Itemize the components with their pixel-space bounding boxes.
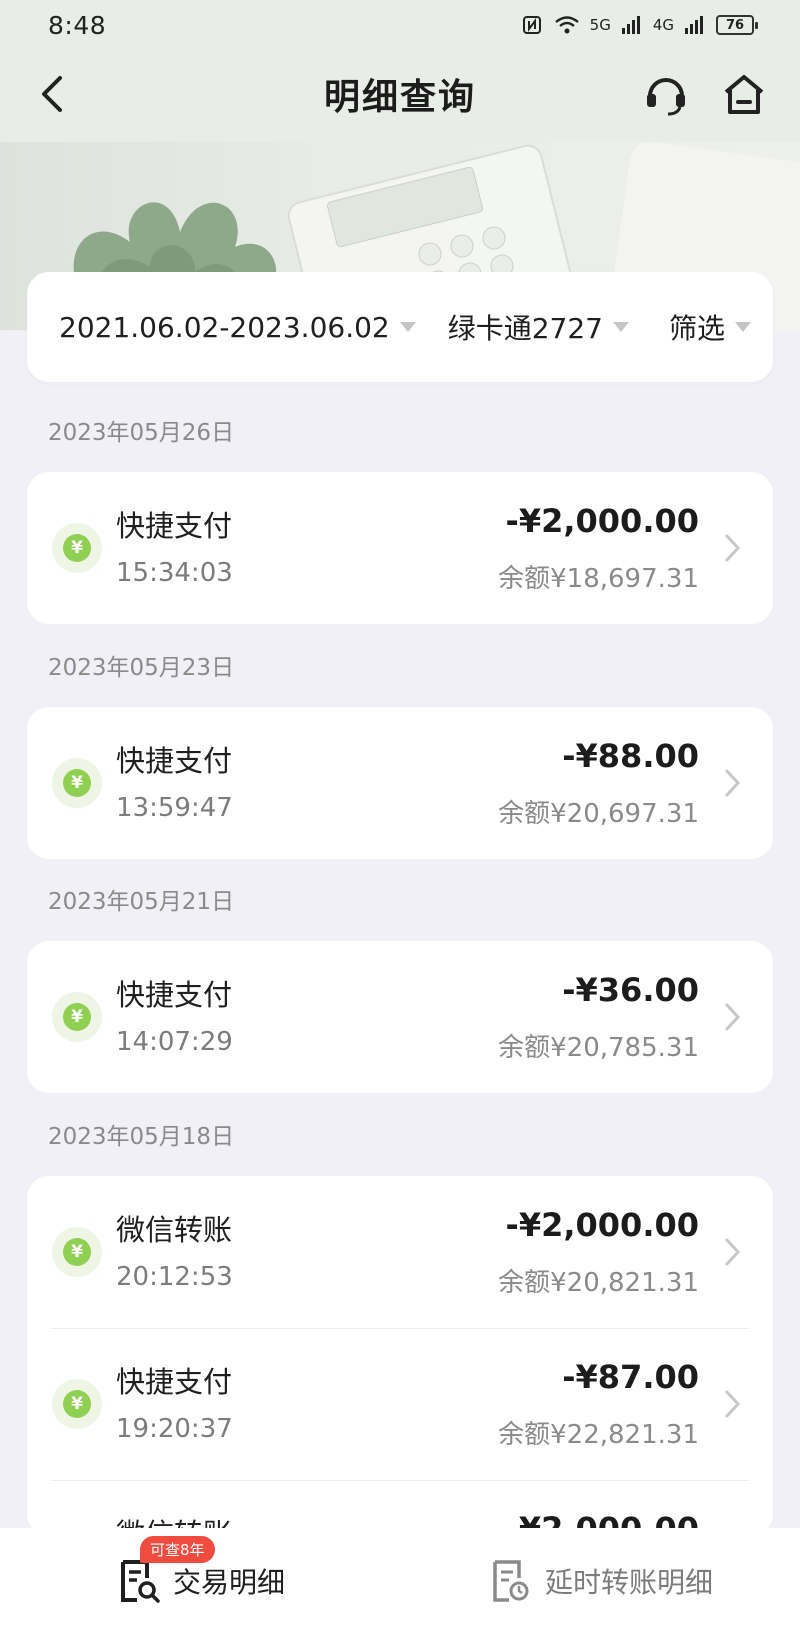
date-range-dropdown[interactable]: 2021.06.02-2023.06.02 [59, 311, 416, 344]
date-group-label: 2023年05月23日 [48, 655, 235, 681]
tab-label: 延时转账明细 [544, 1565, 713, 1599]
document-search-icon [120, 1559, 160, 1603]
transaction-time: 14:07:29 [116, 1027, 233, 1057]
transaction-balance: 余额¥20,821.31 [498, 1268, 699, 1298]
chevron-right-icon [724, 768, 741, 798]
yuan-payment-icon: ¥ [52, 992, 102, 1042]
years-badge: 可查8年 [140, 1535, 215, 1563]
date-range-label: 2021.06.02-2023.06.02 [59, 310, 390, 344]
caret-down-icon [612, 322, 629, 332]
status-bar: 8:48 5G 4G 76 [0, 0, 800, 50]
yuan-payment-icon: ¥ [52, 758, 102, 808]
chevron-right-icon [724, 1237, 741, 1267]
transaction-row[interactable]: ¥ 快捷支付 14:07:29 -¥36.00 余额¥20,785.31 [27, 941, 773, 1093]
back-arrow-icon[interactable] [32, 72, 72, 116]
transaction-row[interactable]: ¥ 快捷支付 15:34:03 -¥2,000.00 余额¥18,697.31 [27, 472, 773, 624]
chevron-right-icon [724, 1389, 741, 1419]
customer-service-headset-icon[interactable] [642, 70, 690, 118]
transaction-row[interactable]: ¥ 快捷支付 19:20:37 -¥87.00 余额¥22,821.31 [27, 1328, 773, 1480]
filter-dropdown[interactable]: 筛选 [669, 307, 751, 347]
transaction-amount: -¥2,000.00 [505, 502, 699, 540]
transaction-type: 快捷支付 [116, 744, 233, 778]
transaction-row[interactable]: ¥ 快捷支付 13:59:47 -¥88.00 余额¥20,697.31 [27, 707, 773, 859]
transaction-balance: 余额¥22,821.31 [498, 1420, 699, 1450]
transaction-card: ¥ 快捷支付 14:07:29 -¥36.00 余额¥20,785.31 [27, 941, 773, 1093]
yuan-payment-icon: ¥ [52, 1227, 102, 1277]
transaction-type: 快捷支付 [116, 1365, 233, 1399]
transaction-amount: -¥2,000.00 [505, 1206, 699, 1244]
transaction-row[interactable]: ¥ 微信转账 20:12:53 -¥2,000.00 余额¥20,821.31 [27, 1176, 773, 1328]
date-group-label: 2023年05月18日 [48, 1124, 235, 1150]
filter-label: 筛选 [668, 312, 725, 345]
transaction-type: 快捷支付 [116, 978, 233, 1012]
home-icon[interactable] [720, 70, 768, 118]
transaction-amount: -¥87.00 [562, 1358, 699, 1396]
tab-label: 交易明细 [172, 1565, 285, 1599]
transaction-card: ¥ 快捷支付 15:34:03 -¥2,000.00 余额¥18,697.31 [27, 472, 773, 624]
bottom-tab-bar: 交易明细 可查8年 延时转账明细 [0, 1528, 800, 1633]
filter-bar: 2021.06.02-2023.06.02 绿卡通2727 筛选 [27, 272, 773, 382]
caret-down-icon [399, 322, 416, 332]
transaction-time: 20:12:53 [116, 1262, 233, 1292]
chevron-right-icon [724, 533, 741, 563]
transaction-card: ¥ 快捷支付 13:59:47 -¥88.00 余额¥20,697.31 [27, 707, 773, 859]
document-clock-icon [493, 1559, 529, 1602]
yuan-payment-icon: ¥ [52, 1379, 102, 1429]
card-label: 绿卡通2727 [447, 312, 603, 345]
status-time: 8:48 [48, 10, 107, 40]
wifi-icon [554, 16, 579, 34]
transaction-type: 快捷支付 [116, 509, 233, 543]
nfc-icon [522, 16, 541, 34]
transaction-balance: 余额¥20,697.31 [498, 799, 699, 829]
tab-transaction-detail[interactable]: 交易明细 可查8年 [0, 1535, 400, 1604]
card-dropdown[interactable]: 绿卡通2727 [448, 307, 629, 347]
network-5g-label: 5G [589, 16, 611, 34]
status-icons: 5G 4G 76 [522, 15, 758, 35]
signal-icon-2 [685, 16, 703, 34]
tab-delayed-transfer-detail[interactable]: 延时转账明细 [400, 1558, 800, 1604]
date-group-label: 2023年05月26日 [48, 420, 235, 446]
transaction-time: 15:34:03 [116, 558, 233, 588]
transaction-card: ¥ 微信转账 20:12:53 -¥2,000.00 余额¥20,821.31 … [27, 1176, 773, 1536]
transaction-balance: 余额¥20,785.31 [498, 1033, 699, 1063]
battery-indicator: 76 [716, 15, 758, 35]
transaction-time: 19:20:37 [116, 1414, 233, 1444]
transaction-amount: -¥36.00 [562, 971, 699, 1009]
date-group-label: 2023年05月21日 [48, 889, 235, 915]
transaction-amount: -¥88.00 [562, 737, 699, 775]
chevron-right-icon [724, 1002, 741, 1032]
signal-icon [621, 16, 640, 34]
yuan-payment-icon: ¥ [52, 523, 102, 573]
page-title: 明细查询 [323, 77, 476, 118]
nav-bar: 明细查询 [0, 58, 800, 130]
transaction-type: 微信转账 [116, 1213, 233, 1247]
transaction-time: 13:59:47 [116, 793, 233, 823]
transaction-balance: 余额¥18,697.31 [498, 564, 699, 594]
network-4g-label: 4G [652, 16, 674, 34]
caret-down-icon [735, 322, 751, 332]
